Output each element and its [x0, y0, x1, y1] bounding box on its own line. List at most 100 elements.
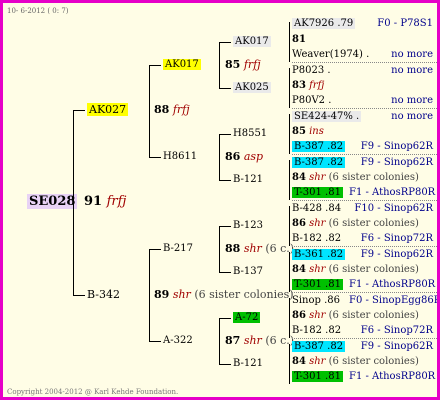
gen4-top-6[interactable]: Sinop .86: [292, 295, 340, 307]
gen3-node-2[interactable]: H8551: [233, 128, 267, 140]
gen4-tag2-1: no more: [391, 95, 433, 106]
gen4-bottom-label[interactable]: T-301 .81: [292, 279, 343, 290]
gen4-bottom-4[interactable]: B-182 .82: [292, 233, 341, 245]
gen4-bottom-5[interactable]: T-301 .81: [292, 279, 343, 291]
gen4-top-label[interactable]: B-428 .84: [292, 203, 341, 214]
gen4-top-label[interactable]: Sinop .86: [292, 295, 340, 306]
gen2-detail-2: 88 shr (6 c.): [225, 242, 294, 255]
gen4-bottom-label[interactable]: B-182 .82: [292, 233, 341, 244]
gen1-detail-1: 89 shr (6 sister colonies): [154, 288, 294, 301]
gen4-mid-3: 84 shr (6 sister colonies): [292, 172, 419, 184]
tree-line: [149, 341, 161, 342]
gen4-tag2-2: F9 - Sinop62R: [360, 141, 433, 152]
gen4-score: 85: [292, 126, 306, 137]
gen1-id[interactable]: AK027: [87, 103, 129, 116]
gen1-node-1[interactable]: B-342: [87, 288, 120, 301]
gen2-id[interactable]: H8611: [163, 151, 197, 162]
gen3-node-6[interactable]: A-72: [233, 312, 261, 324]
root-node[interactable]: SE028 91 frfj: [27, 194, 126, 209]
gen4-bottom-label[interactable]: B-387 .82: [292, 141, 346, 152]
tree-line: [289, 298, 290, 338]
tree-line: [219, 226, 220, 272]
tree-line: [219, 226, 231, 227]
gen4-top-0[interactable]: AK7926 .79: [292, 18, 356, 30]
gen2-node-0[interactable]: AK017: [163, 59, 201, 71]
gen4-top-label[interactable]: B-387 .82: [292, 341, 346, 352]
gen1-score: 88: [154, 103, 170, 116]
row-separator: [292, 338, 437, 339]
gen3-id[interactable]: B-121: [233, 174, 263, 185]
gen4-tag1-4: F10 - Sinop62R: [354, 203, 433, 214]
gen3-id[interactable]: A-72: [233, 312, 261, 323]
gen4-tag1-6: F0 - SinopEgg86R: [349, 295, 440, 306]
gen4-top-label[interactable]: AK7926 .79: [292, 18, 356, 29]
root-score: 91: [83, 194, 103, 209]
gen4-mid-4: 86 shr (6 sister colonies): [292, 218, 419, 230]
gen4-top-label[interactable]: B-361 .82: [292, 249, 346, 260]
tree-line: [219, 88, 231, 89]
tree-line: [219, 364, 231, 365]
gen4-tag2-0: no more: [391, 49, 433, 60]
tree-line: [289, 344, 290, 384]
gen4-bottom-6[interactable]: B-182 .82: [292, 325, 341, 337]
root-id[interactable]: SE028: [27, 194, 78, 209]
gen4-top-label[interactable]: B-387 .82: [292, 157, 346, 168]
gen3-node-7[interactable]: B-121: [233, 358, 263, 370]
gen2-node-2[interactable]: B-217: [163, 243, 193, 255]
gen1-id[interactable]: B-342: [87, 288, 120, 301]
gen2-node-3[interactable]: A-322: [163, 335, 193, 347]
gen4-top-1[interactable]: P8023 .: [292, 65, 331, 77]
tree-line: [219, 318, 231, 319]
gen2-id[interactable]: AK017: [163, 59, 201, 70]
gen2-score: 86: [225, 150, 241, 163]
gen4-score: 86: [292, 310, 306, 321]
tree-line: [219, 134, 231, 135]
gen3-id[interactable]: B-137: [233, 266, 263, 277]
gen3-id[interactable]: AK025: [233, 82, 271, 93]
gen4-top-5[interactable]: B-361 .82: [292, 249, 346, 261]
gen4-race: shr: [309, 264, 326, 275]
row-separator: [292, 154, 437, 155]
gen3-node-3[interactable]: B-121: [233, 174, 263, 186]
gen3-node-5[interactable]: B-137: [233, 266, 263, 278]
gen4-top-4[interactable]: B-428 .84: [292, 203, 341, 215]
gen1-sisters: (6 sister colonies): [194, 288, 294, 301]
gen4-bottom-label[interactable]: T-301 .81: [292, 187, 343, 198]
gen3-id[interactable]: B-123: [233, 220, 263, 231]
gen4-race: shr: [309, 218, 326, 229]
gen4-top-label[interactable]: P8023 .: [292, 65, 331, 76]
gen3-node-1[interactable]: AK025: [233, 82, 271, 94]
tree-line: [289, 160, 290, 200]
gen3-id[interactable]: H8551: [233, 128, 267, 139]
gen3-id[interactable]: B-121: [233, 358, 263, 369]
gen4-tag1-2: no more: [391, 111, 433, 122]
gen4-bottom-1[interactable]: P80V2 .: [292, 95, 331, 107]
gen4-bottom-7[interactable]: T-301 .81: [292, 371, 343, 383]
gen4-bottom-label[interactable]: P80V2 .: [292, 95, 331, 106]
gen4-top-3[interactable]: B-387 .82: [292, 157, 346, 169]
gen2-id[interactable]: A-322: [163, 335, 193, 346]
gen4-tag1-7: F9 - Sinop62R: [360, 341, 433, 352]
tree-line: [219, 180, 231, 181]
gen3-node-0[interactable]: AK017: [233, 36, 271, 48]
gen4-bottom-3[interactable]: T-301 .81: [292, 187, 343, 199]
tree-line: [149, 249, 161, 250]
gen2-id[interactable]: B-217: [163, 243, 193, 254]
pedigree-frame: 10- 6-2012 ( 0: 7) SE028 91 frfj AK027 8…: [0, 0, 440, 400]
gen1-score: 89: [154, 288, 170, 301]
gen2-node-1[interactable]: H8611: [163, 151, 197, 163]
gen3-id[interactable]: AK017: [233, 36, 271, 47]
gen4-tag2-6: F6 - Sinop72R: [360, 325, 433, 336]
gen4-top-7[interactable]: B-387 .82: [292, 341, 346, 353]
date-header: 10- 6-2012 ( 0: 7): [7, 7, 69, 15]
gen2-detail-3: 87 shr (6 c.): [225, 334, 294, 347]
tree-line: [73, 110, 85, 111]
gen4-bottom-label[interactable]: B-182 .82: [292, 325, 341, 336]
gen4-bottom-2[interactable]: B-387 .82: [292, 141, 346, 153]
gen4-bottom-label[interactable]: T-301 .81: [292, 371, 343, 382]
row-separator: [292, 62, 437, 63]
tree-line: [219, 134, 220, 180]
gen1-node-0[interactable]: AK027: [87, 103, 129, 116]
gen4-score: 81: [292, 34, 306, 45]
gen3-node-4[interactable]: B-123: [233, 220, 263, 232]
